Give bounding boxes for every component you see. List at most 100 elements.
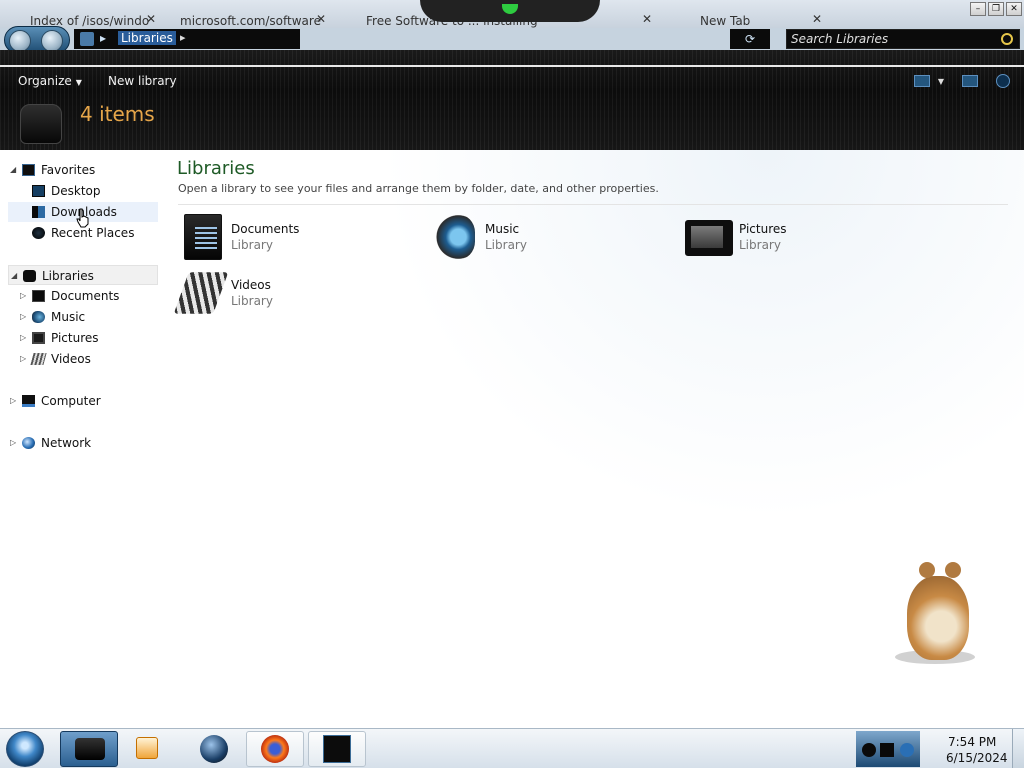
- favorites-icon: [22, 164, 35, 176]
- nav-network[interactable]: ▷ Network: [8, 433, 158, 453]
- search-icon[interactable]: [1001, 33, 1013, 45]
- restore-button[interactable]: ❐: [988, 2, 1004, 16]
- monitor-icon[interactable]: [880, 743, 894, 757]
- show-desktop-button[interactable]: [1012, 729, 1024, 768]
- back-button[interactable]: [9, 30, 31, 52]
- system-tray: [856, 731, 920, 767]
- refresh-button[interactable]: ⟳: [730, 29, 770, 49]
- clock-date[interactable]: 6/15/2024: [946, 751, 1008, 765]
- preview-pane-icon[interactable]: [962, 75, 978, 87]
- collapsed-arrow-icon[interactable]: ▷: [20, 349, 26, 369]
- library-type: Library: [231, 294, 273, 308]
- libraries-small-icon: [80, 32, 94, 46]
- minimize-button[interactable]: –: [970, 2, 986, 16]
- chevron-down-icon: ▼: [75, 78, 82, 87]
- change-view-icon[interactable]: [913, 75, 930, 87]
- documents-library-icon: [184, 214, 222, 260]
- collapsed-arrow-icon[interactable]: ▷: [20, 307, 26, 327]
- close-icon[interactable]: ✕: [642, 12, 652, 26]
- terminal-icon: [323, 735, 351, 763]
- tab-title: New Tab: [700, 14, 751, 28]
- search-box: [786, 29, 1020, 49]
- new-library-button[interactable]: New library: [108, 74, 177, 88]
- browser-tab[interactable]: New Tab ✕: [670, 0, 826, 28]
- nav-favorites[interactable]: ◢ Favorites: [8, 160, 158, 180]
- collapsed-arrow-icon[interactable]: ▷: [10, 391, 16, 411]
- breadcrumb[interactable]: ▸ Libraries ▸: [74, 29, 300, 49]
- expanded-arrow-icon[interactable]: ◢: [11, 266, 17, 286]
- close-button[interactable]: ✕: [1006, 2, 1022, 16]
- desktop-icon: [32, 185, 45, 197]
- expanded-arrow-icon[interactable]: ◢: [10, 160, 16, 180]
- chevron-down-icon[interactable]: ▼: [938, 77, 944, 86]
- library-type: Library: [231, 238, 273, 252]
- hand-cursor-icon: [76, 208, 89, 228]
- hamster-mascot[interactable]: [895, 562, 979, 666]
- pictures-icon: [32, 332, 45, 344]
- nav-label: Libraries: [42, 269, 94, 283]
- music-library-icon: [431, 214, 475, 260]
- collapsed-arrow-icon[interactable]: ▷: [10, 433, 16, 453]
- close-icon[interactable]: ✕: [316, 12, 326, 26]
- network-icon: [22, 437, 35, 449]
- nav-item-documents[interactable]: ▷ Documents: [8, 286, 158, 306]
- organize-label: Organize: [18, 74, 72, 88]
- browser-tab[interactable]: Index of /isos/windo ✕: [0, 0, 160, 28]
- navigation-pane: ◢ Favorites Desktop Downloads Recent Pla…: [0, 150, 165, 728]
- window-controls: – ❐ ✕: [970, 2, 1022, 16]
- nav-libraries[interactable]: ◢ Libraries: [8, 265, 158, 285]
- nav-label: Documents: [51, 289, 120, 303]
- search-input[interactable]: [787, 30, 987, 48]
- nav-item-pictures[interactable]: ▷ Pictures: [8, 328, 158, 348]
- explorer-header: Organize ▼ New library ▼ 4 items: [0, 50, 1024, 150]
- nav-computer[interactable]: ▷ Computer: [8, 391, 158, 411]
- library-tile-documents[interactable]: Documents Library: [181, 214, 421, 266]
- nav-label: Recent Places: [51, 226, 135, 240]
- taskbar-app-firefox[interactable]: [246, 731, 304, 767]
- volume-icon[interactable]: [900, 743, 914, 757]
- close-icon[interactable]: ✕: [812, 12, 822, 26]
- collapsed-arrow-icon[interactable]: ▷: [20, 286, 26, 306]
- library-name: Videos: [231, 278, 271, 292]
- forward-button[interactable]: [41, 30, 63, 52]
- libraries-icon: [23, 270, 36, 282]
- library-name: Pictures: [739, 222, 787, 236]
- library-tile-pictures[interactable]: Pictures Library: [685, 214, 925, 266]
- documents-icon: [32, 290, 45, 302]
- nav-item-desktop[interactable]: Desktop: [8, 181, 158, 201]
- taskbar: 7:54 PM 6/15/2024: [0, 728, 1024, 768]
- nav-label: Videos: [51, 352, 91, 366]
- taskbar-app-explorer[interactable]: [60, 731, 118, 767]
- library-tile-music[interactable]: Music Library: [431, 214, 671, 266]
- nav-label: Music: [51, 310, 86, 324]
- clock-time[interactable]: 7:54 PM: [948, 735, 996, 749]
- downloads-icon: [32, 206, 45, 218]
- breadcrumb-dropdown[interactable]: ▸: [180, 31, 186, 44]
- breadcrumb-libraries[interactable]: Libraries: [118, 31, 176, 45]
- nav-item-videos[interactable]: ▷ Videos: [8, 349, 158, 369]
- start-button[interactable]: [6, 731, 44, 767]
- taskbar-app-terminal[interactable]: [308, 731, 366, 767]
- nav-item-music[interactable]: ▷ Music: [8, 307, 158, 327]
- tab-title: microsoft.com/software: [180, 14, 321, 28]
- nav-label: Desktop: [51, 184, 101, 198]
- browser-tab[interactable]: microsoft.com/software ✕: [150, 0, 330, 28]
- view-controls: ▼: [913, 74, 1010, 88]
- library-type: Library: [485, 238, 527, 252]
- organize-button[interactable]: Organize ▼: [18, 74, 82, 88]
- window-notch-decoration: [420, 0, 600, 22]
- library-tile-videos[interactable]: Videos Library: [173, 270, 419, 322]
- recent-places-icon: [32, 227, 45, 239]
- page-subtitle: Open a library to see your files and arr…: [178, 182, 659, 195]
- nav-label: Computer: [41, 394, 101, 408]
- taskbar-app-media-player[interactable]: [120, 731, 178, 767]
- help-icon[interactable]: [996, 74, 1010, 88]
- shield-icon[interactable]: [862, 743, 876, 757]
- breadcrumb-separator: ▸: [100, 31, 107, 45]
- firefox-icon: [261, 735, 289, 763]
- nav-label: Network: [41, 436, 92, 450]
- collapsed-arrow-icon[interactable]: ▷: [20, 328, 26, 348]
- taskbar-app-browser[interactable]: [184, 731, 242, 767]
- pictures-library-icon: [685, 220, 733, 256]
- command-bar: Organize ▼ New library: [0, 72, 1024, 92]
